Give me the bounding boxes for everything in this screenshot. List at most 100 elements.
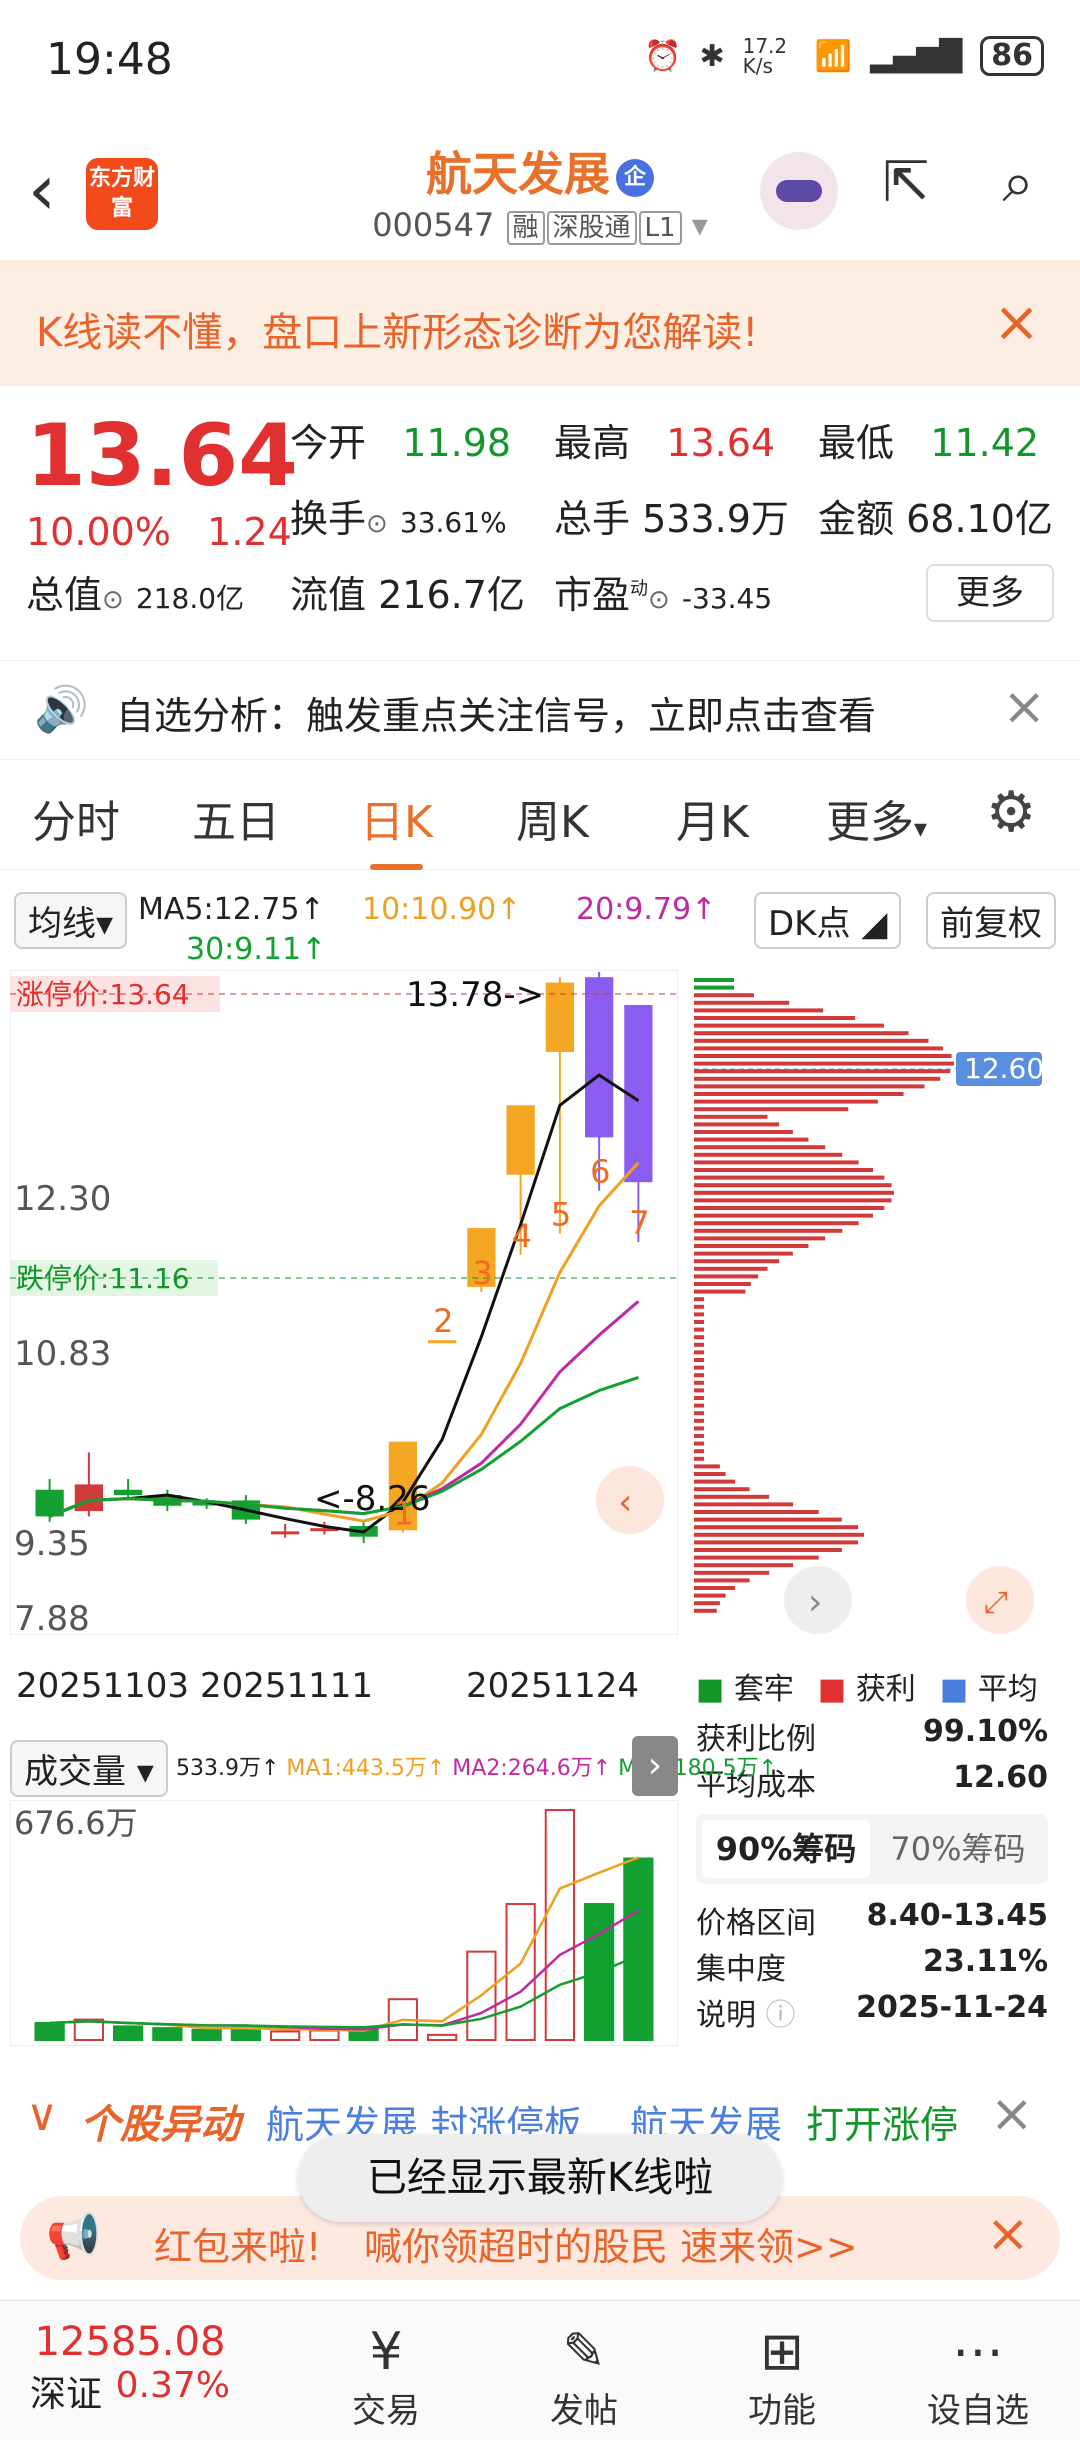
chip-bar: [694, 1593, 726, 1598]
turnover-cell[interactable]: 换手⊙ 33.61%: [290, 488, 507, 543]
abnormal-event: 打开涨停: [806, 2103, 959, 2147]
amount-cell: 金额 68.10亿: [818, 488, 1053, 543]
adjust-button[interactable]: 前复权: [926, 892, 1056, 949]
gear-icon[interactable]: ⚙: [986, 780, 1036, 845]
tab-more[interactable]: 更多▾: [826, 786, 927, 850]
ai-assistant-avatar[interactable]: [760, 152, 838, 230]
x-tick: 20251111: [200, 1666, 374, 1706]
tab-monthly-k[interactable]: 月K: [676, 786, 749, 850]
chip-distribution-chart[interactable]: 12.60 › ⤢: [694, 970, 1050, 1635]
high-label: 最高: [554, 421, 631, 465]
low-value: 11.42: [930, 421, 1040, 465]
legend-avg-label: 平均: [977, 1672, 1038, 1707]
tab-chip-70[interactable]: 70%筹码: [874, 1820, 1042, 1878]
pe-cell[interactable]: 市盈动⊙ -33.45: [554, 564, 772, 619]
close-icon[interactable]: ×: [1002, 677, 1046, 737]
y-tick: 9.35: [14, 1524, 90, 1564]
conc-value: 23.11%: [923, 1944, 1048, 1979]
signal-marker: 4: [512, 1217, 532, 1255]
chevron-right-icon[interactable]: ›: [632, 1736, 678, 1796]
close-icon[interactable]: ×: [993, 290, 1040, 355]
tab-chip-90[interactable]: 90%筹码: [702, 1820, 870, 1878]
chip-bar: [694, 1517, 842, 1522]
ma-select-label: 均线: [28, 904, 96, 944]
chip-bar: [694, 1038, 929, 1043]
volume-chart[interactable]: 676.6万: [10, 1800, 678, 2046]
mktcap-value: 218.0亿: [135, 582, 245, 615]
chip-bar: [694, 1494, 770, 1499]
nav-trade[interactable]: ¥ 交易: [306, 2321, 466, 2432]
chip-bar: [694, 1570, 770, 1575]
chip-bar: [694, 1532, 864, 1537]
expand-icon: ⤢: [984, 1585, 1008, 1620]
chip-bar: [694, 1403, 704, 1408]
redpack-link[interactable]: 速来领>>: [680, 2216, 858, 2271]
stock-code: 000547: [372, 206, 495, 244]
chip-bar: [694, 1092, 904, 1096]
volume-select[interactable]: 成交量 ▾: [10, 1740, 168, 1797]
info-icon: ⊙: [102, 585, 124, 615]
chip-bar: [694, 1350, 704, 1355]
nav-functions[interactable]: ⊞ 功能: [702, 2321, 862, 2432]
close-icon[interactable]: ×: [986, 2204, 1030, 2264]
index-quote[interactable]: 12585.08 深证 0.37%: [20, 2319, 240, 2417]
y-tick: 7.88: [14, 1599, 90, 1635]
chip-legend: ■ 套牢 ■ 获利 ■ 平均: [696, 1664, 1038, 1708]
chip-bar: [694, 1122, 780, 1127]
chip-bar: [694, 1449, 704, 1454]
nav-add-watchlist[interactable]: ⋯ 设自选: [898, 2321, 1058, 2432]
watchlist-alert[interactable]: 🔊 自选分析：触发重点关注信号，立即点击查看 ×: [0, 660, 1080, 760]
ma-select[interactable]: 均线▾: [14, 892, 128, 949]
chip-bar: [694, 1525, 859, 1530]
megaphone-icon: 📢: [46, 2211, 101, 2262]
candle-body: [427, 1340, 457, 1344]
chip-bar: [694, 1061, 954, 1066]
dk-point-button[interactable]: DK点 ◢: [754, 892, 902, 949]
tab-weekly-k[interactable]: 周K: [516, 786, 589, 850]
share-icon[interactable]: ⇱: [866, 150, 946, 230]
chip-bar: [694, 1358, 704, 1362]
chip-bar: [694, 1130, 793, 1134]
search-icon[interactable]: ⌕: [978, 150, 1058, 230]
diagnosis-banner[interactable]: K线读不懂，盘口上新形态诊断为您解读! ×: [0, 260, 1080, 386]
chip-tabs: 90%筹码 70%筹码: [696, 1814, 1048, 1884]
chip-bar: [694, 1479, 736, 1484]
candle-body: [584, 977, 614, 1138]
chip-bar: [694, 1175, 885, 1180]
tab-five-day[interactable]: 五日: [192, 786, 280, 850]
mktcap-cell[interactable]: 总值⊙ 218.0亿: [26, 564, 244, 619]
grid-icon: ⊞: [760, 2322, 804, 2382]
tab-intraday[interactable]: 分时: [32, 786, 120, 850]
chip-bar: [694, 1031, 909, 1036]
info-icon[interactable]: ⓘ: [766, 1998, 796, 2033]
chip-bar: [694, 1441, 704, 1446]
chip-bar: [694, 1563, 794, 1568]
chip-bar: [694, 1046, 943, 1051]
nav-trade-label: 交易: [352, 2391, 420, 2431]
chip-bar: [694, 1312, 704, 1317]
tab-more-label: 更多: [826, 797, 914, 848]
signal-marker: 5: [551, 1195, 571, 1233]
redpack-text2: 喊你领超时的股民: [364, 2225, 669, 2269]
chip-bar: [694, 1084, 925, 1089]
candle-body: [74, 1484, 104, 1512]
chip-bar: [694, 1023, 884, 1028]
vol-ma1: MA1:443.5万↑: [286, 1756, 446, 1781]
chip-bar: [694, 993, 754, 998]
chip-bar: [694, 1418, 704, 1423]
chip-bar: [694, 1008, 824, 1013]
tab-daily-k[interactable]: 日K: [360, 786, 433, 870]
candlestick-chart[interactable]: 12.30 10.83 9.35 7.88 涨停价:13.64 跌停价:11.1…: [10, 970, 678, 1635]
legend-profit-label: 获利: [855, 1672, 916, 1707]
chip-bar: [694, 1076, 941, 1081]
more-button[interactable]: 更多: [926, 564, 1054, 622]
nav-post[interactable]: ✎ 发帖: [504, 2321, 664, 2432]
last-price: 13.64: [26, 406, 299, 506]
change-pct: 10.00%: [26, 510, 171, 554]
chip-bar: [694, 1244, 809, 1248]
stock-header: ‹ 东方财富 航天发展企 000547 融深股通 L1 ▾ ⇱ ⌕: [0, 120, 1080, 260]
close-icon[interactable]: ×: [990, 2084, 1034, 2144]
chevron-down-icon[interactable]: ∨: [26, 2090, 58, 2141]
chip-bar: [694, 985, 734, 990]
chip-bar: [694, 1456, 704, 1461]
